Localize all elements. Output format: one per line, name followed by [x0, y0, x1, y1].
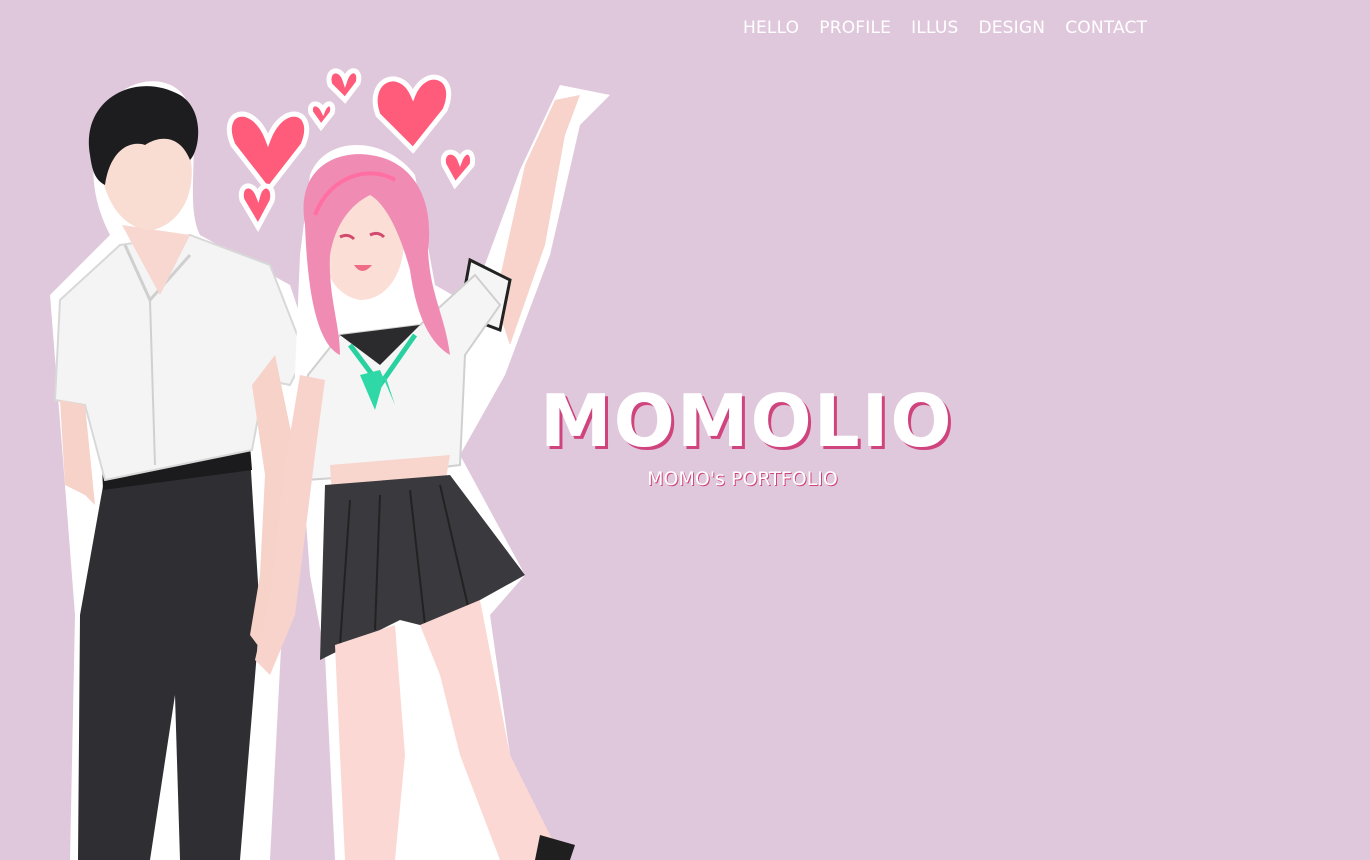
nav-link-profile[interactable]: PROFILE [819, 16, 891, 40]
hero-title: MOMOLIO [540, 379, 954, 463]
top-nav: HELLO PROFILE ILLUS DESIGN CONTACT [743, 16, 1147, 40]
nav-link-design[interactable]: DESIGN [978, 16, 1045, 40]
nav-link-contact[interactable]: CONTACT [1065, 16, 1147, 40]
hero-subtitle: MOMO's PORTFOLIO [647, 468, 838, 490]
nav-link-hello[interactable]: HELLO [743, 16, 799, 40]
nav-link-illus[interactable]: ILLUS [911, 16, 958, 40]
boy-figure [50, 81, 320, 860]
